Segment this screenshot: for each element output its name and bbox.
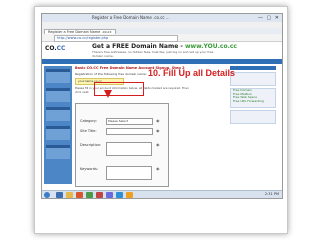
keywords-label: Keywords: (80, 167, 98, 171)
category-row: Category: Please Select ◉ (78, 118, 166, 126)
headline-text: Get a FREE Domain Name - (92, 43, 185, 50)
web-page: CO.CC Get a FREE Domain Name - www.YOU.c… (42, 42, 282, 188)
logo-prefix: CO. (45, 45, 57, 52)
title-bar: Register a Free Domain Name .co.cc ... —… (42, 14, 282, 22)
slide-frame: Register a Free Domain Name .co.cc ... —… (34, 6, 288, 234)
category-select[interactable]: Please Select (106, 118, 153, 125)
app-icon[interactable] (106, 192, 113, 198)
site-logo[interactable]: CO.CC (45, 45, 65, 52)
start-button[interactable] (44, 192, 50, 198)
feature-line: Free URL Forwarding (233, 98, 264, 103)
features-box: Free Domain Free Mailbox Free Web Space … (230, 88, 276, 108)
site-nav: Home Register Login FAQ Contact (42, 59, 282, 75)
address-bar: http://www.co.cc/register.php (42, 34, 282, 42)
arrow-down-icon (104, 90, 112, 98)
page-subline: There's free addresses, no hidden fees, … (92, 50, 214, 58)
sidebar-box (230, 110, 276, 124)
app-icon[interactable] (116, 192, 123, 198)
headline-url: www.YOU.co.cc (184, 43, 237, 50)
sidebar-box (230, 72, 276, 86)
app-icon[interactable] (126, 192, 133, 198)
signup-form: Category: Please Select ◉ Site Title: ◉ … (75, 103, 169, 187)
description-textarea[interactable] (106, 142, 152, 156)
category-label: Category: (80, 119, 97, 123)
help-icon[interactable]: ◉ (156, 128, 160, 133)
app-icon[interactable] (86, 192, 93, 198)
keywords-row: Keywords: ◉ (78, 166, 166, 180)
sidebar-header (230, 66, 276, 70)
page-headline: Get a FREE Domain Name - www.YOU.co.cc (92, 43, 237, 50)
taskbar: 2:31 PM (42, 190, 282, 198)
description-row: Description: ◉ (78, 142, 166, 156)
help-icon[interactable]: ◉ (156, 118, 160, 123)
screenshot-window: Register a Free Domain Name .co.cc ... —… (41, 13, 283, 199)
help-icon[interactable]: ◉ (156, 166, 160, 171)
right-sidebar: Free Domain Free Mailbox Free Web Space … (230, 66, 276, 184)
description-label: Description: (80, 143, 102, 147)
site-title-label: Site Title: (80, 129, 97, 133)
site-title-input[interactable] (106, 128, 153, 135)
window-title: Register a Free Domain Name .co.cc ... (92, 15, 170, 20)
step-annotation: 10. Fill Up all Details (148, 68, 236, 78)
sidebar-block[interactable] (46, 126, 70, 140)
media-icon[interactable] (76, 192, 83, 198)
left-sidebar (44, 66, 72, 184)
site-title-row: Site Title: ◉ (78, 128, 166, 136)
app-icon[interactable] (96, 192, 103, 198)
sidebar-block[interactable] (46, 145, 70, 159)
sidebar-block[interactable] (46, 69, 70, 83)
folder-icon[interactable] (66, 192, 73, 198)
window-controls[interactable]: — ▢ ✕ (258, 15, 280, 21)
logo-suffix: CC (56, 45, 66, 52)
sidebar-block[interactable] (46, 88, 70, 102)
ie-icon[interactable] (56, 192, 63, 198)
keywords-textarea[interactable] (106, 166, 152, 180)
help-icon[interactable]: ◉ (156, 142, 160, 147)
annotation-highlight (94, 82, 144, 96)
taskbar-clock: 2:31 PM (264, 192, 279, 196)
url-field[interactable]: http://www.co.cc/register.php (54, 35, 178, 42)
sidebar-block[interactable] (46, 107, 70, 121)
